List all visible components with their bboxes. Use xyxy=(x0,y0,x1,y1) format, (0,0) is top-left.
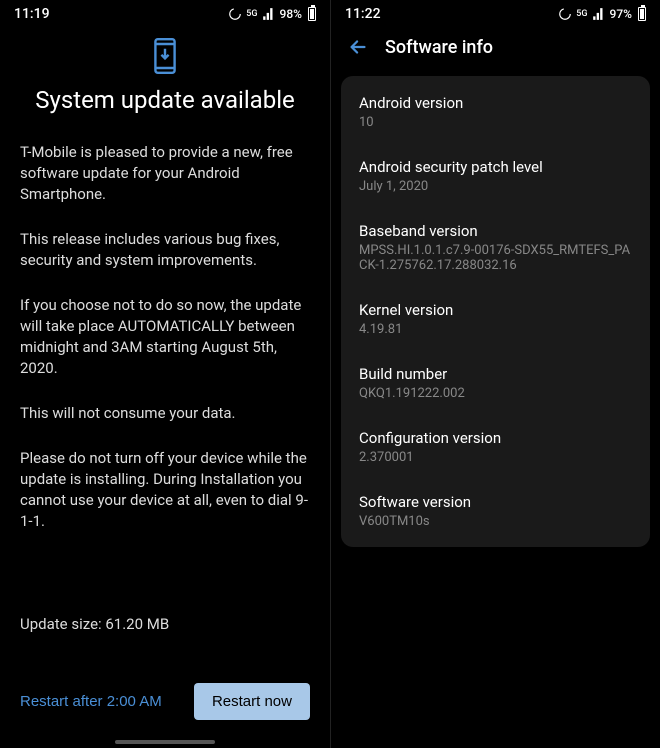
info-label: Build number xyxy=(359,365,632,383)
signal-icon xyxy=(592,7,606,21)
network-type-icon: 5G xyxy=(576,9,587,19)
phone-right-software-info: 11:22 5G 97% Software info Android versi… xyxy=(330,0,660,748)
restart-later-button[interactable]: Restart after 2:00 AM xyxy=(20,693,162,710)
info-value: 10 xyxy=(359,115,632,130)
restart-now-button[interactable]: Restart now xyxy=(194,683,310,720)
phone-left-update: 11:19 5G 98% System update available T-M… xyxy=(0,0,330,748)
info-label: Configuration version xyxy=(359,429,632,447)
info-item-config-version[interactable]: Configuration version 2.370001 xyxy=(341,415,650,479)
battery-icon xyxy=(308,7,316,21)
page-title: System update available xyxy=(0,86,330,114)
info-label: Baseband version xyxy=(359,222,632,240)
info-label: Android version xyxy=(359,94,632,112)
status-bar: 11:19 5G 98% xyxy=(0,0,330,26)
button-row: Restart after 2:00 AM Restart now xyxy=(0,683,330,740)
info-value: 2.370001 xyxy=(359,450,632,465)
info-value: July 1, 2020 xyxy=(359,179,632,194)
network-type-icon: 5G xyxy=(246,9,257,19)
update-body: T-Mobile is pleased to provide a new, fr… xyxy=(0,142,330,575)
info-value: V600TM10s xyxy=(359,514,632,529)
update-size-label: Update size: 61.20 MB xyxy=(0,615,330,633)
status-time: 11:22 xyxy=(345,6,381,22)
status-time: 11:19 xyxy=(14,6,50,22)
info-value: 4.19.81 xyxy=(359,322,632,337)
info-item-security-patch[interactable]: Android security patch level July 1, 202… xyxy=(341,144,650,208)
info-item-software-version[interactable]: Software version V600TM10s xyxy=(341,479,650,543)
status-icons: 5G 98% xyxy=(228,7,316,21)
loading-icon xyxy=(558,7,572,21)
info-label: Kernel version xyxy=(359,301,632,319)
info-label: Software version xyxy=(359,493,632,511)
update-paragraph: This will not consume your data. xyxy=(20,403,310,424)
info-item-build-number[interactable]: Build number QKQ1.191222.002 xyxy=(341,351,650,415)
loading-icon xyxy=(228,7,242,21)
header-row: Software info xyxy=(331,26,660,76)
update-paragraph: T-Mobile is pleased to provide a new, fr… xyxy=(20,142,310,205)
update-paragraph: Please do not turn off your device while… xyxy=(20,448,310,532)
status-bar: 11:22 5G 97% xyxy=(331,0,660,26)
signal-icon xyxy=(262,7,276,21)
update-paragraph: If you choose not to do so now, the upda… xyxy=(20,295,310,379)
info-value: QKQ1.191222.002 xyxy=(359,386,632,401)
info-value: MPSS.HI.1.0.1.c7.9-00176-SDX55_RMTEFS_PA… xyxy=(359,243,632,273)
battery-percent: 97% xyxy=(610,7,632,21)
gesture-bar[interactable] xyxy=(115,740,215,744)
info-item-kernel[interactable]: Kernel version 4.19.81 xyxy=(341,287,650,351)
software-info-card: Android version 10 Android security patc… xyxy=(341,76,650,547)
info-item-baseband[interactable]: Baseband version MPSS.HI.1.0.1.c7.9-0017… xyxy=(341,208,650,287)
back-arrow-icon[interactable] xyxy=(347,36,369,58)
update-phone-icon xyxy=(0,38,330,78)
header-title: Software info xyxy=(385,37,493,58)
update-paragraph: This release includes various bug fixes,… xyxy=(20,229,310,271)
battery-icon xyxy=(638,7,646,21)
info-item-android-version[interactable]: Android version 10 xyxy=(341,80,650,144)
battery-percent: 98% xyxy=(280,7,302,21)
info-label: Android security patch level xyxy=(359,158,632,176)
status-icons: 5G 97% xyxy=(558,7,646,21)
